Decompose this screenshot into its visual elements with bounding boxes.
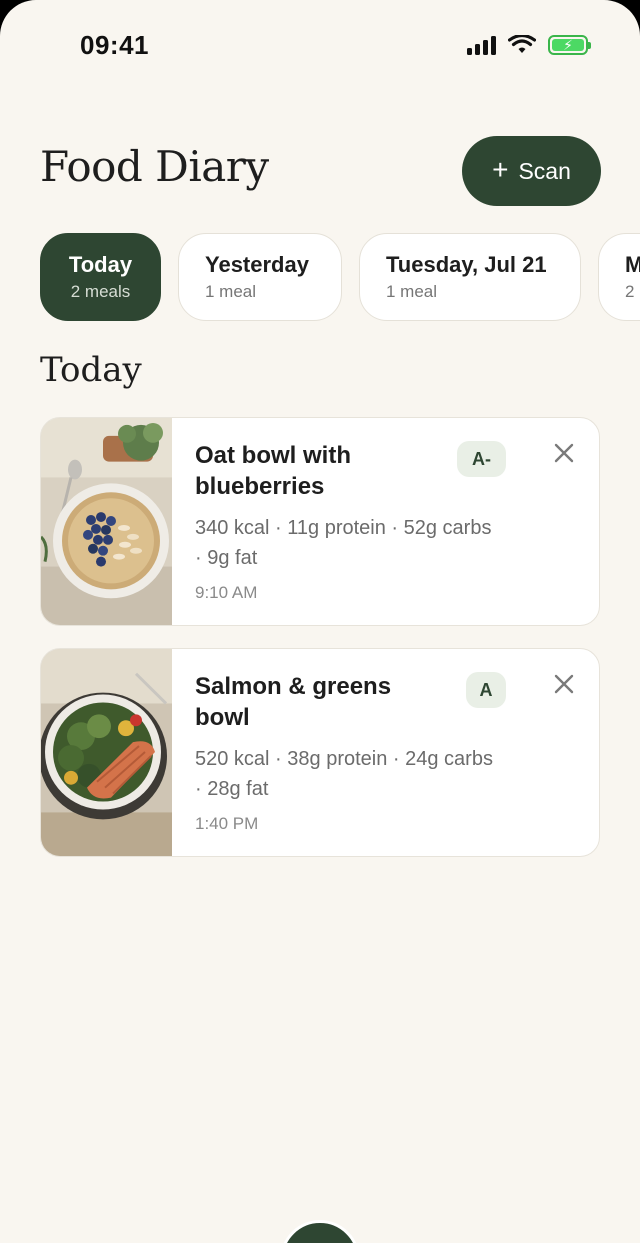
- day-tab-count: 2 meals: [70, 282, 131, 302]
- remove-meal-button[interactable]: [551, 671, 577, 697]
- day-tab-label: Tuesday, Jul 21: [386, 251, 547, 277]
- battery-charging-icon: ⚡: [548, 35, 591, 55]
- day-tab-yesterday[interactable]: Yesterday 1 meal: [178, 233, 342, 321]
- day-tab-tuesday-jul-21[interactable]: Tuesday, Jul 21 1 meal: [359, 233, 581, 321]
- meal-time: 1:40 PM: [195, 814, 259, 833]
- status-time: 09:41: [80, 30, 149, 60]
- wifi-icon: [508, 35, 536, 53]
- day-tab-count: 1 meal: [205, 282, 257, 302]
- meal-macros: 520 kcal · 38g protein · 24g carbs · 28g…: [195, 748, 493, 800]
- day-tab-count: 2: [625, 282, 635, 302]
- section-title: Today: [40, 350, 142, 390]
- day-tab-label: Yesterday: [205, 251, 309, 277]
- meal-macros: 340 kcal · 11g protein · 52g carbs · 9g …: [195, 517, 492, 569]
- cellular-signal-icon: [467, 35, 496, 55]
- grade-badge: A-: [457, 441, 506, 477]
- scan-button[interactable]: + Scan: [462, 136, 601, 206]
- grade-badge: A: [466, 672, 506, 708]
- page-title: Food Diary: [40, 142, 269, 191]
- meal-name: Oat bowl with blueberries: [195, 442, 351, 500]
- day-tab-label: Today: [68, 251, 133, 277]
- day-tab-today[interactable]: Today 2 meals: [40, 233, 161, 321]
- food-diary-screen: 09:41 ⚡ Food Diary + Scan Today 2 meals …: [0, 0, 640, 1243]
- day-tab-partial[interactable]: M 2: [598, 233, 640, 321]
- status-icons: ⚡: [467, 35, 591, 55]
- close-icon: [554, 443, 574, 463]
- scan-button-label: Scan: [518, 157, 571, 184]
- day-tab-label: M: [625, 251, 640, 277]
- day-tab-count: 1 meal: [386, 282, 438, 302]
- close-icon: [554, 674, 574, 694]
- day-tabs: Today 2 meals Yesterday 1 meal Tuesday, …: [40, 233, 640, 321]
- meal-card[interactable]: Oat bowl with blueberries 340 kcal · 11g…: [40, 417, 600, 626]
- floating-action-button[interactable]: [280, 1220, 360, 1243]
- meal-name: Salmon & greens bowl: [195, 673, 392, 731]
- oat-bowl-photo: [41, 418, 172, 625]
- meal-time: 9:10 AM: [195, 583, 258, 602]
- salmon-bowl-photo: [41, 649, 172, 856]
- plus-icon: +: [492, 154, 509, 185]
- remove-meal-button[interactable]: [551, 440, 577, 466]
- meal-card[interactable]: Salmon & greens bowl 520 kcal · 38g prot…: [40, 648, 600, 857]
